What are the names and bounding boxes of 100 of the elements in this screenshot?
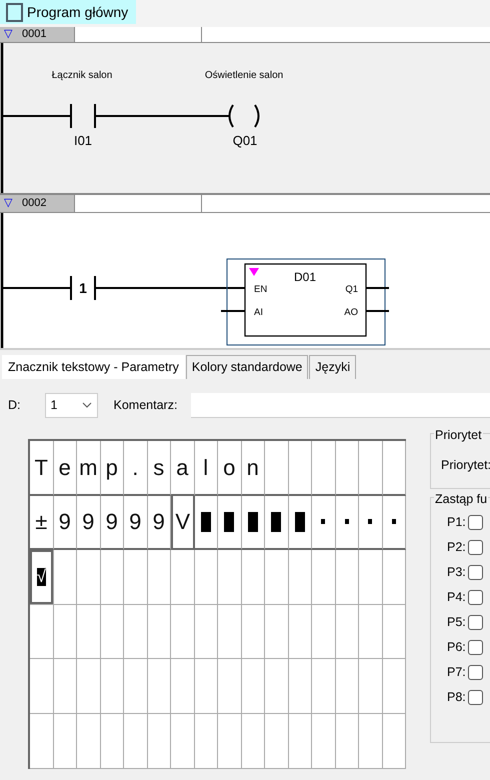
lcd-cell[interactable] — [148, 714, 171, 769]
lcd-cell[interactable] — [148, 659, 171, 714]
lcd-cell[interactable] — [312, 441, 336, 496]
lcd-cell[interactable] — [218, 714, 242, 769]
lcd-cell[interactable] — [30, 659, 54, 714]
lcd-cell[interactable] — [336, 659, 359, 714]
lcd-cell[interactable]: e — [54, 441, 77, 496]
lcd-cell[interactable] — [54, 604, 77, 660]
lcd-cell[interactable] — [359, 550, 382, 605]
lcd-cell[interactable] — [382, 550, 406, 605]
lcd-cell[interactable] — [382, 659, 406, 714]
lcd-cell[interactable] — [312, 604, 336, 660]
lcd-cell[interactable] — [124, 659, 148, 714]
lcd-cell[interactable] — [54, 659, 77, 714]
tab[interactable]: Znacznik tekstowy - Parametry — [2, 355, 185, 379]
lcd-cell[interactable] — [194, 659, 218, 714]
lcd-cell[interactable]: m — [77, 441, 100, 496]
lcd-cell[interactable] — [171, 604, 194, 660]
lcd-cell[interactable]: V — [171, 496, 194, 550]
lcd-cell[interactable] — [218, 604, 242, 660]
lcd-cell[interactable]: 9 — [124, 496, 148, 550]
lcd-cell[interactable] — [359, 714, 382, 769]
lcd-cell[interactable] — [194, 714, 218, 769]
lcd-cell[interactable]: n — [242, 441, 265, 496]
checkbox[interactable] — [468, 565, 483, 580]
lcd-cell[interactable] — [359, 659, 382, 714]
lcd-cell[interactable] — [30, 604, 54, 660]
lcd-cell[interactable] — [265, 441, 288, 496]
lcd-cell[interactable] — [336, 441, 359, 496]
lcd-cell[interactable] — [288, 714, 312, 769]
lcd-cell[interactable] — [288, 659, 312, 714]
lcd-cell[interactable] — [218, 550, 242, 605]
tab[interactable]: Kolory standardowe — [186, 355, 308, 379]
lcd-cell[interactable] — [265, 550, 288, 605]
lcd-cell[interactable]: 9 — [77, 496, 100, 550]
lcd-cell[interactable]: l — [194, 441, 218, 496]
lcd-cell[interactable]: 9 — [100, 496, 124, 550]
checkbox[interactable] — [468, 615, 483, 630]
lcd-cell[interactable]: . — [124, 441, 148, 496]
lcd-cell[interactable] — [336, 604, 359, 660]
lcd-cell[interactable] — [265, 604, 288, 660]
lcd-cell[interactable] — [242, 604, 265, 660]
lcd-cell[interactable] — [242, 714, 265, 769]
checkbox[interactable] — [468, 640, 483, 655]
lcd-cell[interactable] — [30, 714, 54, 769]
checkbox[interactable] — [468, 540, 483, 555]
lcd-cell[interactable] — [218, 659, 242, 714]
lcd-cell[interactable] — [194, 550, 218, 605]
lcd-cell[interactable] — [171, 550, 194, 605]
lcd-cell[interactable] — [54, 550, 77, 605]
lcd-cell[interactable] — [336, 714, 359, 769]
lcd-cell[interactable] — [242, 550, 265, 605]
lcd-cell[interactable] — [77, 659, 100, 714]
lcd-cell[interactable] — [359, 604, 382, 660]
lcd-cell[interactable]: a — [171, 441, 194, 496]
program-tab[interactable]: Program główny — [0, 0, 136, 24]
lcd-cell[interactable] — [265, 659, 288, 714]
lcd-cell[interactable] — [171, 714, 194, 769]
lcd-cell[interactable] — [171, 659, 194, 714]
lcd-cell[interactable]: √ — [30, 550, 52, 604]
checkbox[interactable] — [468, 665, 483, 680]
lcd-cell[interactable] — [382, 604, 406, 660]
lcd-cell[interactable] — [312, 659, 336, 714]
lcd-cell[interactable] — [124, 550, 148, 605]
lcd-cell[interactable] — [242, 659, 265, 714]
lcd-cell[interactable]: p — [100, 441, 124, 496]
lcd-cell[interactable] — [336, 550, 359, 605]
lcd-cell[interactable] — [288, 604, 312, 660]
lcd-cell[interactable]: ± — [30, 496, 54, 550]
lcd-cell[interactable]: s — [148, 441, 171, 496]
lcd-cell[interactable] — [77, 550, 100, 605]
lcd-cell[interactable] — [148, 604, 171, 660]
d-dropdown[interactable]: 1 — [44, 392, 98, 418]
lcd-cell[interactable] — [148, 550, 171, 605]
lcd-cell[interactable] — [359, 441, 382, 496]
checkbox[interactable] — [468, 590, 483, 605]
lcd-cell[interactable] — [288, 550, 312, 605]
lcd-cell[interactable] — [100, 659, 124, 714]
lcd-cell[interactable]: o — [218, 441, 242, 496]
checkbox[interactable] — [468, 690, 483, 705]
lcd-cell[interactable] — [100, 714, 124, 769]
lcd-cell[interactable] — [194, 604, 218, 660]
lcd-cell[interactable] — [124, 604, 148, 660]
lcd-cell[interactable]: 9 — [148, 496, 171, 550]
lcd-cell[interactable]: 9 — [54, 496, 77, 550]
lcd-cell[interactable] — [77, 714, 100, 769]
lcd-cell[interactable] — [100, 604, 124, 660]
checkbox[interactable] — [468, 515, 483, 530]
checkbox[interactable] — [6, 2, 23, 22]
comment-field[interactable] — [191, 392, 490, 418]
lcd-cell[interactable] — [265, 714, 288, 769]
lcd-cell[interactable] — [54, 714, 77, 769]
lcd-cell[interactable] — [312, 714, 336, 769]
collapse-icon[interactable]: ▽ — [4, 195, 12, 212]
lcd-cell[interactable] — [382, 441, 406, 496]
lcd-cell[interactable] — [100, 550, 124, 605]
lcd-cell[interactable] — [124, 714, 148, 769]
lcd-cell[interactable] — [382, 714, 406, 769]
lcd-cell[interactable] — [288, 441, 312, 496]
lcd-cell[interactable] — [312, 550, 336, 605]
